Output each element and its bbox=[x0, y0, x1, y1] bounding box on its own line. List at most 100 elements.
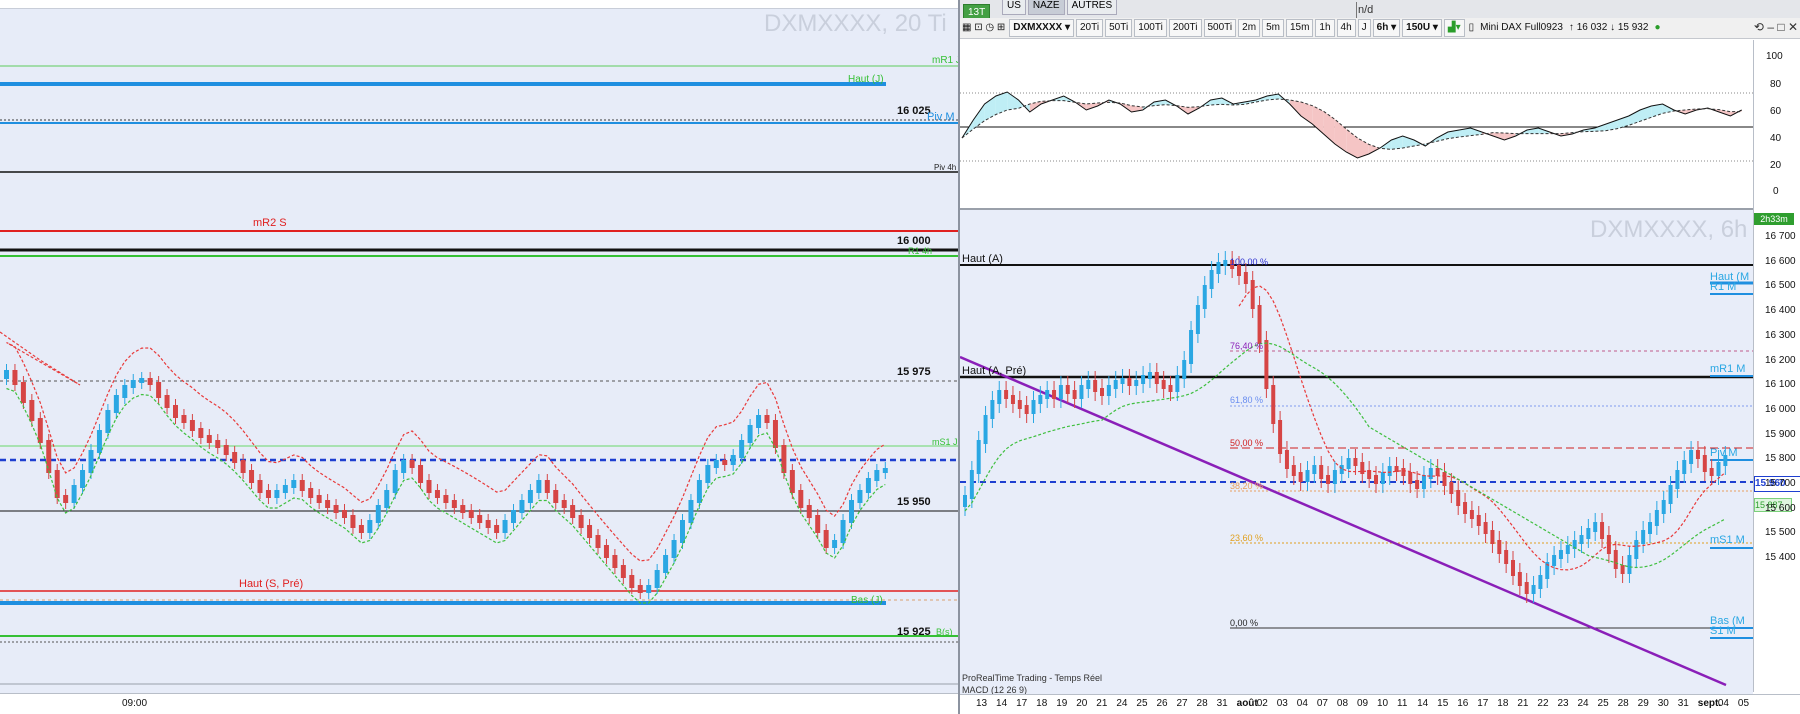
bar-timer-badge: 2h33m bbox=[1754, 213, 1794, 225]
right-panel[interactable]: 13T US NAZE AUTRES n/d ▦ ⊡ ◷ ⊞ DXMXXXX ▾… bbox=[960, 0, 1800, 714]
tab-autres[interactable]: AUTRES bbox=[1066, 0, 1118, 15]
left-candle bbox=[113, 395, 119, 413]
chart-type-icon[interactable]: ▟▾ bbox=[1443, 19, 1465, 37]
period-5m[interactable]: 5m bbox=[1262, 19, 1284, 37]
left-candle bbox=[612, 555, 618, 568]
main-candle bbox=[1593, 522, 1598, 532]
x-tick-label: 13 bbox=[976, 698, 988, 709]
x-tick-label: 16 bbox=[1457, 698, 1469, 709]
x-tick-label: 21 bbox=[1517, 698, 1529, 709]
left-candle bbox=[401, 460, 407, 473]
main-candle bbox=[1449, 482, 1454, 494]
main-candle bbox=[1360, 462, 1365, 474]
left-candle bbox=[308, 488, 314, 498]
osc-tick-40: 40 bbox=[1770, 133, 1782, 144]
maximize-icon[interactable]: □ bbox=[1777, 20, 1784, 34]
symbol-selector[interactable]: DXMXXXX ▾ bbox=[1009, 19, 1074, 37]
minimize-icon[interactable]: – bbox=[1767, 20, 1774, 34]
line-label-bas-s: B(s) bbox=[936, 627, 953, 637]
left-candle bbox=[756, 415, 762, 428]
close-icon[interactable]: ✕ bbox=[1788, 20, 1798, 34]
right-label-r1-m: R1 M bbox=[1710, 281, 1737, 293]
left-candle bbox=[865, 478, 871, 493]
fib-764: 76,40 % bbox=[1230, 341, 1264, 351]
tab-naze[interactable]: NAZE bbox=[1027, 0, 1065, 15]
period-50ti[interactable]: 50Ti bbox=[1105, 19, 1133, 37]
period-1h[interactable]: 1h bbox=[1315, 19, 1335, 37]
main-candle bbox=[1600, 522, 1605, 539]
main-candle bbox=[1120, 378, 1125, 384]
main-candle bbox=[1490, 530, 1495, 544]
left-candle bbox=[257, 480, 263, 493]
left-candle bbox=[511, 510, 516, 523]
tab-us[interactable]: US bbox=[1002, 0, 1026, 15]
left-candle bbox=[164, 395, 170, 408]
oscillator-panel[interactable] bbox=[960, 40, 1753, 208]
main-candle bbox=[1353, 458, 1358, 466]
main-candle bbox=[976, 440, 981, 474]
left-candle bbox=[587, 525, 593, 538]
main-candle bbox=[1079, 385, 1084, 399]
main-price-tick: 16 300 bbox=[1765, 329, 1796, 341]
left-candle bbox=[451, 500, 457, 508]
main-candle bbox=[1497, 540, 1502, 554]
main-candle bbox=[1271, 385, 1276, 424]
period-20ti[interactable]: 20Ti bbox=[1076, 19, 1104, 37]
main-candle bbox=[1010, 395, 1015, 404]
period-2m[interactable]: 2m bbox=[1238, 19, 1261, 37]
x-tick-label: 31 bbox=[1216, 698, 1228, 709]
left-candle bbox=[434, 490, 440, 498]
main-candle bbox=[1134, 380, 1139, 386]
period-500ti[interactable]: 500Ti bbox=[1203, 19, 1237, 37]
window-controls[interactable]: ⟲ – □ ✕ bbox=[1730, 20, 1798, 34]
main-candle bbox=[1579, 535, 1584, 544]
left-chart-canvas[interactable] bbox=[0, 0, 958, 714]
main-candle bbox=[1695, 450, 1700, 459]
main-candle bbox=[1100, 388, 1104, 396]
left-candle bbox=[46, 440, 52, 473]
x-tick-label: 09 bbox=[1356, 698, 1369, 709]
left-candle bbox=[688, 500, 694, 523]
x-tick-label: 11 bbox=[1397, 698, 1408, 709]
left-candle bbox=[874, 470, 880, 481]
link-icon[interactable]: ⟲ bbox=[1754, 20, 1764, 34]
main-candle bbox=[1058, 385, 1063, 399]
chart-toolbar: ▦ ⊡ ◷ ⊞ DXMXXXX ▾ 20Ti 50Ti 100Ti 200Ti … bbox=[960, 18, 1800, 39]
timeframe-selector[interactable]: 6h ▾ bbox=[1372, 19, 1401, 37]
main-candle bbox=[1106, 385, 1111, 396]
main-chart-watermark: DXMXXXX, 6h bbox=[1590, 216, 1748, 243]
main-candle bbox=[1216, 262, 1221, 274]
left-candle bbox=[96, 430, 102, 453]
left-candle bbox=[832, 540, 838, 548]
main-candle bbox=[1195, 305, 1200, 334]
fib-382: 38,20 % bbox=[1230, 481, 1264, 491]
left-candle bbox=[240, 460, 246, 473]
period-j[interactable]: J bbox=[1357, 19, 1371, 37]
left-candle bbox=[418, 465, 424, 483]
left-candle bbox=[477, 515, 483, 523]
main-candle bbox=[1017, 400, 1022, 409]
units-selector[interactable]: 150U ▾ bbox=[1402, 19, 1442, 37]
left-candle bbox=[882, 468, 888, 473]
main-candle bbox=[1702, 455, 1707, 472]
main-candle bbox=[1531, 585, 1536, 594]
period-15m[interactable]: 15m bbox=[1285, 19, 1314, 37]
main-candle bbox=[1305, 470, 1310, 482]
left-candle bbox=[840, 520, 846, 543]
period-200ti[interactable]: 200Ti bbox=[1168, 19, 1202, 37]
left-candle bbox=[544, 480, 550, 493]
main-price-tick: 16 000 bbox=[1765, 403, 1796, 415]
left-candle bbox=[181, 415, 187, 423]
left-candle bbox=[342, 510, 347, 518]
timeframe-label: 6h bbox=[1376, 22, 1389, 33]
toolbar-icons[interactable]: ▦ ⊡ ◷ ⊞ bbox=[960, 21, 1007, 35]
main-candle bbox=[1524, 582, 1529, 594]
main-candle bbox=[1586, 528, 1591, 539]
left-chart[interactable]: DXMXXXX, 20 Ti mR1 J Haut (J) 16 025 Piv… bbox=[0, 0, 958, 714]
main-price-chart[interactable] bbox=[960, 210, 1753, 694]
period-100ti[interactable]: 100Ti bbox=[1134, 19, 1167, 37]
main-candle bbox=[1689, 450, 1694, 464]
x-tick-label: 27 bbox=[1176, 698, 1188, 709]
main-candle bbox=[1086, 380, 1091, 389]
period-4h[interactable]: 4h bbox=[1336, 19, 1356, 37]
